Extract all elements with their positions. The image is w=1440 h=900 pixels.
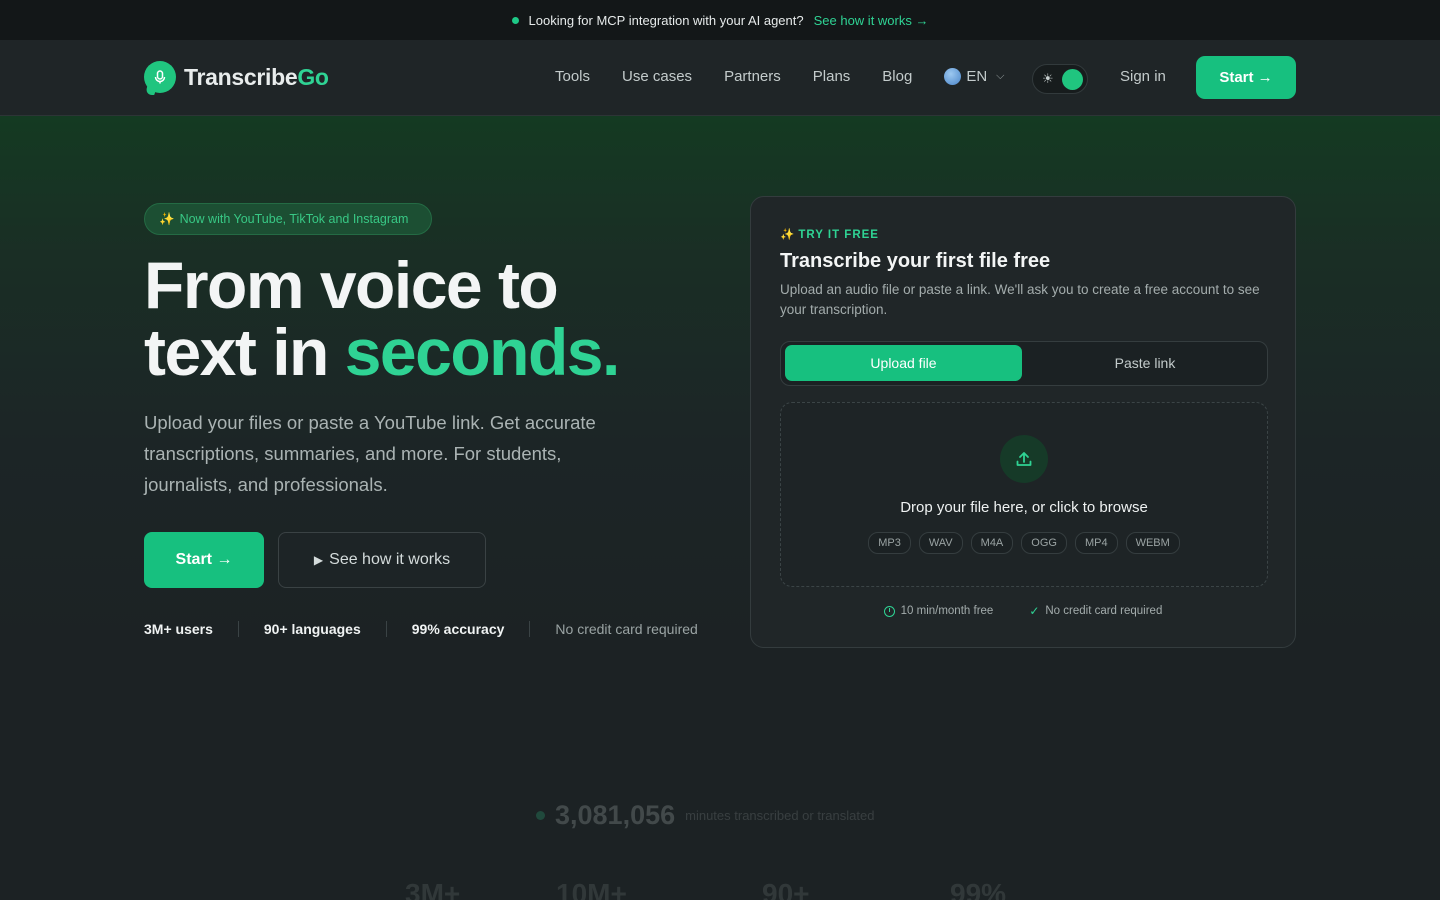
tab-upload-file[interactable]: Upload file [785, 345, 1022, 381]
hero-headline: From voice to text in seconds. [144, 248, 621, 389]
card-footer: 10 min/month free ✓ No credit card requi… [751, 604, 1295, 618]
nav-use-cases[interactable]: Use cases [622, 68, 692, 85]
header-start-button[interactable]: Start → [1196, 56, 1296, 99]
play-icon: ▶ [313, 553, 324, 567]
divider [385, 621, 387, 637]
divider [529, 621, 531, 637]
clock-icon [883, 605, 895, 617]
trial-card: ✨ TRY IT FREE Transcribe your first file … [750, 196, 1296, 648]
nav-tools[interactable]: Tools [555, 68, 590, 85]
chevron-down-icon: ⌵ [996, 70, 1005, 82]
big-stats-row: 3M+ 10M+ 90+ 99% [0, 878, 1440, 900]
free-minutes-note: 10 min/month free [883, 604, 993, 618]
input-mode-tabs: Upload file Paste link [780, 341, 1268, 386]
sun-icon: ☀ [1042, 71, 1054, 86]
minutes-counter: 3,081,056 minutes transcribed or transla… [536, 800, 874, 831]
main-nav: Tools Use cases Partners Plans Blog EN ⌵ [555, 68, 1005, 85]
hero-subcopy: Upload your files or paste a YouTube lin… [144, 412, 596, 495]
theme-toggle[interactable]: ☀ [1032, 64, 1088, 94]
feature-badge-text: Now with YouTube, TikTok and Instagram [179, 212, 409, 226]
divider [237, 621, 239, 637]
logo[interactable]: TranscribeGo [144, 61, 329, 93]
stat-accuracy: 99% accuracy [411, 621, 505, 637]
format-chip: WAV [918, 532, 963, 554]
toggle-knob [1062, 69, 1083, 90]
announcement-link[interactable]: See how it works → [814, 13, 929, 28]
announcement-text: Looking for MCP integration with your AI… [528, 12, 804, 28]
see-how-label: See how it works [329, 551, 451, 568]
status-dot-icon [536, 811, 545, 820]
logo-text: TranscribeGo [184, 63, 329, 90]
counter-value: 3,081,056 [555, 800, 676, 830]
big-stat: 90+ [762, 878, 810, 900]
language-label: EN [966, 68, 988, 85]
see-how-it-works-button[interactable]: ▶ See how it works [278, 532, 486, 588]
status-dot-icon [511, 16, 519, 24]
hero-stats: 3M+ users 90+ languages 99% accuracy No … [144, 621, 698, 637]
file-drop-zone[interactable]: Drop your file here, or click to browse … [780, 402, 1268, 587]
nav-partners[interactable]: Partners [724, 68, 781, 85]
counter-label: minutes transcribed or translated [685, 808, 875, 823]
format-chip: WEBM [1125, 532, 1180, 554]
supported-formats: MP3 WAV M4A OGG MP4 WEBM [781, 532, 1267, 554]
hero-start-button[interactable]: Start → [144, 532, 264, 588]
stat-users: 3M+ users [144, 621, 213, 637]
format-chip: OGG [1021, 532, 1067, 554]
stat-languages: 90+ languages [263, 621, 361, 637]
drop-zone-text: Drop your file here, or click to browse [900, 499, 1148, 516]
site-header: TranscribeGo Tools Use cases Partners Pl… [0, 40, 1440, 116]
globe-icon [944, 68, 962, 85]
tab-paste-link[interactable]: Paste link [1026, 345, 1264, 381]
headline-accent: seconds. [344, 315, 621, 389]
sparkle-icon: ✨ [159, 211, 175, 226]
no-card-note: ✓ No credit card required [1029, 604, 1163, 618]
announcement-bar: Looking for MCP integration with your AI… [0, 0, 1440, 40]
big-stat: 3M+ [405, 878, 461, 900]
stat-note: No credit card required [555, 621, 698, 637]
format-chip: M4A [970, 532, 1014, 554]
format-chip: MP3 [868, 532, 911, 554]
language-selector[interactable]: EN ⌵ [944, 68, 1005, 85]
big-stat: 10M+ [556, 878, 627, 900]
card-title: Transcribe your first file free [780, 250, 1051, 272]
microphone-logo-icon [144, 61, 176, 93]
upload-icon [1000, 435, 1048, 483]
format-chip: MP4 [1074, 532, 1118, 554]
nav-blog[interactable]: Blog [882, 68, 912, 85]
card-description: Upload an audio file or paste a link. We… [780, 282, 1260, 317]
sign-in-link[interactable]: Sign in [1120, 68, 1166, 85]
nav-plans[interactable]: Plans [813, 68, 851, 85]
sparkle-icon: ✨ [780, 229, 795, 241]
feature-badge: ✨ Now with YouTube, TikTok and Instagram [144, 203, 432, 235]
big-stat: 99% [950, 878, 1007, 900]
card-eyebrow: ✨ TRY IT FREE [780, 229, 879, 241]
check-icon: ✓ [1029, 604, 1040, 618]
